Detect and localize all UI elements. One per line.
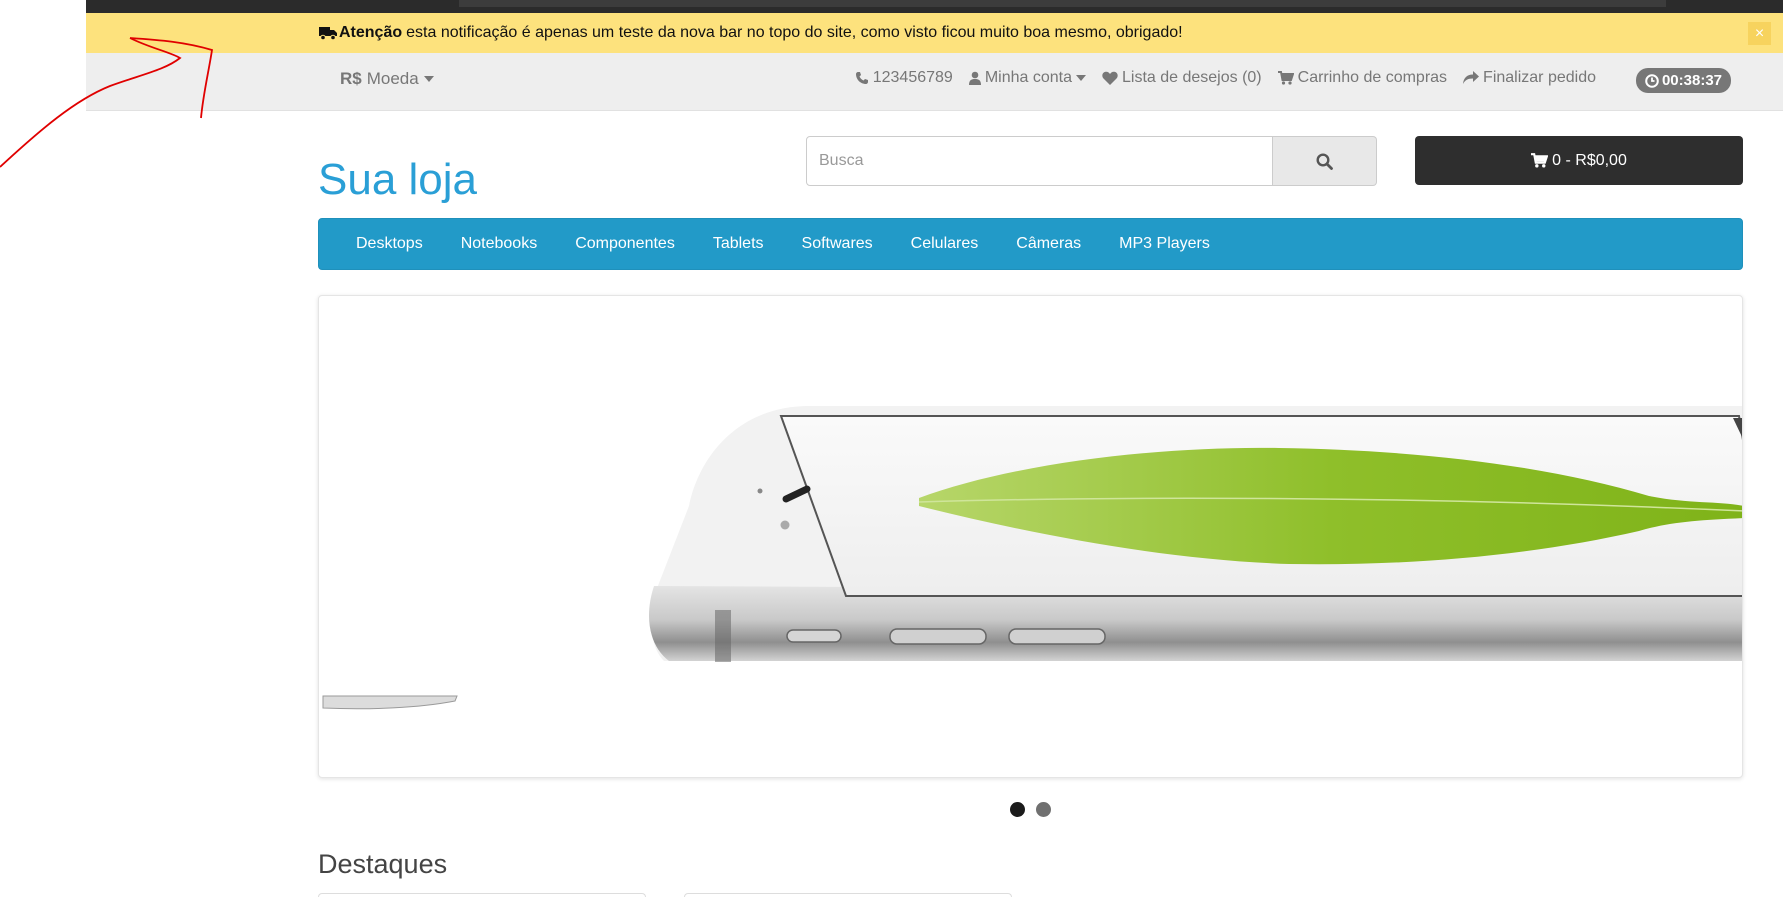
checkout-link[interactable]: Finalizar pedido (1463, 69, 1596, 87)
slide-dot-2[interactable] (1036, 802, 1051, 817)
phone-number: 123456789 (872, 69, 953, 86)
menu-item-celulares[interactable]: Celulares (892, 235, 998, 253)
notification-bar: Atenção esta notificação é apenas um tes… (86, 13, 1783, 53)
currency-symbol: R$ (340, 69, 362, 88)
featured-section-title: Destaques (318, 849, 448, 879)
category-menu: Desktops Notebooks Componentes Tablets S… (318, 218, 1743, 270)
phone-link[interactable]: 123456789 (855, 69, 953, 87)
browser-top-strip-inner (459, 0, 1666, 7)
cart-summary: 0 - R$0,00 (1552, 151, 1627, 169)
wishlist-label: Lista de desejos (0) (1122, 69, 1262, 86)
countdown-timer-badge: 00:38:37 (1635, 68, 1731, 93)
product-card-edge (318, 893, 646, 897)
share-arrow-icon (1463, 71, 1480, 84)
phone-icon (855, 72, 868, 84)
clock-icon (1645, 73, 1659, 88)
menu-item-desktops[interactable]: Desktops (337, 235, 442, 253)
close-notification-button[interactable]: × (1748, 22, 1771, 45)
page-frame: Atenção esta notificação é apenas um tes… (86, 0, 1783, 897)
notification-text: esta notificação é apenas um teste da no… (406, 24, 1183, 41)
menu-item-softwares[interactable]: Softwares (783, 235, 892, 253)
wishlist-link[interactable]: Lista de desejos (0) (1102, 69, 1262, 87)
my-account-dropdown[interactable]: Minha conta (968, 69, 1086, 87)
timer-value: 00:38:37 (1661, 72, 1722, 89)
chevron-down-icon (1076, 75, 1086, 81)
slide-dot-1[interactable] (1010, 802, 1025, 817)
menu-item-componentes[interactable]: Componentes (556, 235, 694, 253)
search-button[interactable] (1273, 136, 1377, 186)
heart-icon (1102, 71, 1118, 85)
shopping-cart-link[interactable]: Carrinho de compras (1277, 69, 1448, 87)
search-bar (806, 136, 1377, 186)
chevron-down-icon (423, 76, 434, 82)
menu-item-tablets[interactable]: Tablets (694, 235, 783, 253)
product-card-edge (684, 893, 1012, 897)
search-icon (1316, 152, 1333, 170)
shopping-cart-label: Carrinho de compras (1297, 69, 1448, 86)
notification-message: Atenção esta notificação é apenas um tes… (319, 24, 1183, 42)
browser-top-strip (86, 0, 1783, 13)
my-account-label: Minha conta (984, 69, 1072, 86)
slideshow[interactable] (318, 295, 1743, 778)
truck-icon (319, 27, 337, 40)
cart-icon (1277, 71, 1294, 85)
top-links: 123456789 Minha conta Lista de desejos (… (855, 69, 1596, 87)
notification-title: Atenção (339, 24, 403, 41)
menu-item-notebooks[interactable]: Notebooks (442, 235, 557, 253)
checkout-label: Finalizar pedido (1483, 69, 1596, 86)
cart-icon (1531, 153, 1549, 168)
search-input[interactable] (806, 136, 1273, 186)
cart-button[interactable]: 0 - R$0,00 (1415, 136, 1743, 185)
top-utility-bar: R$ Moeda 123456789 Minha conta Lista de … (86, 53, 1783, 111)
menu-item-mp3-players[interactable]: MP3 Players (1100, 235, 1229, 253)
menu-item-cameras[interactable]: Câmeras (997, 235, 1100, 253)
slide-image-phone (322, 406, 1742, 710)
store-logo[interactable]: Sua loja (318, 155, 477, 205)
currency-label: Moeda (366, 69, 419, 88)
user-icon (968, 71, 981, 85)
currency-dropdown[interactable]: R$ Moeda (340, 69, 434, 89)
slideshow-pagination (1010, 802, 1051, 817)
